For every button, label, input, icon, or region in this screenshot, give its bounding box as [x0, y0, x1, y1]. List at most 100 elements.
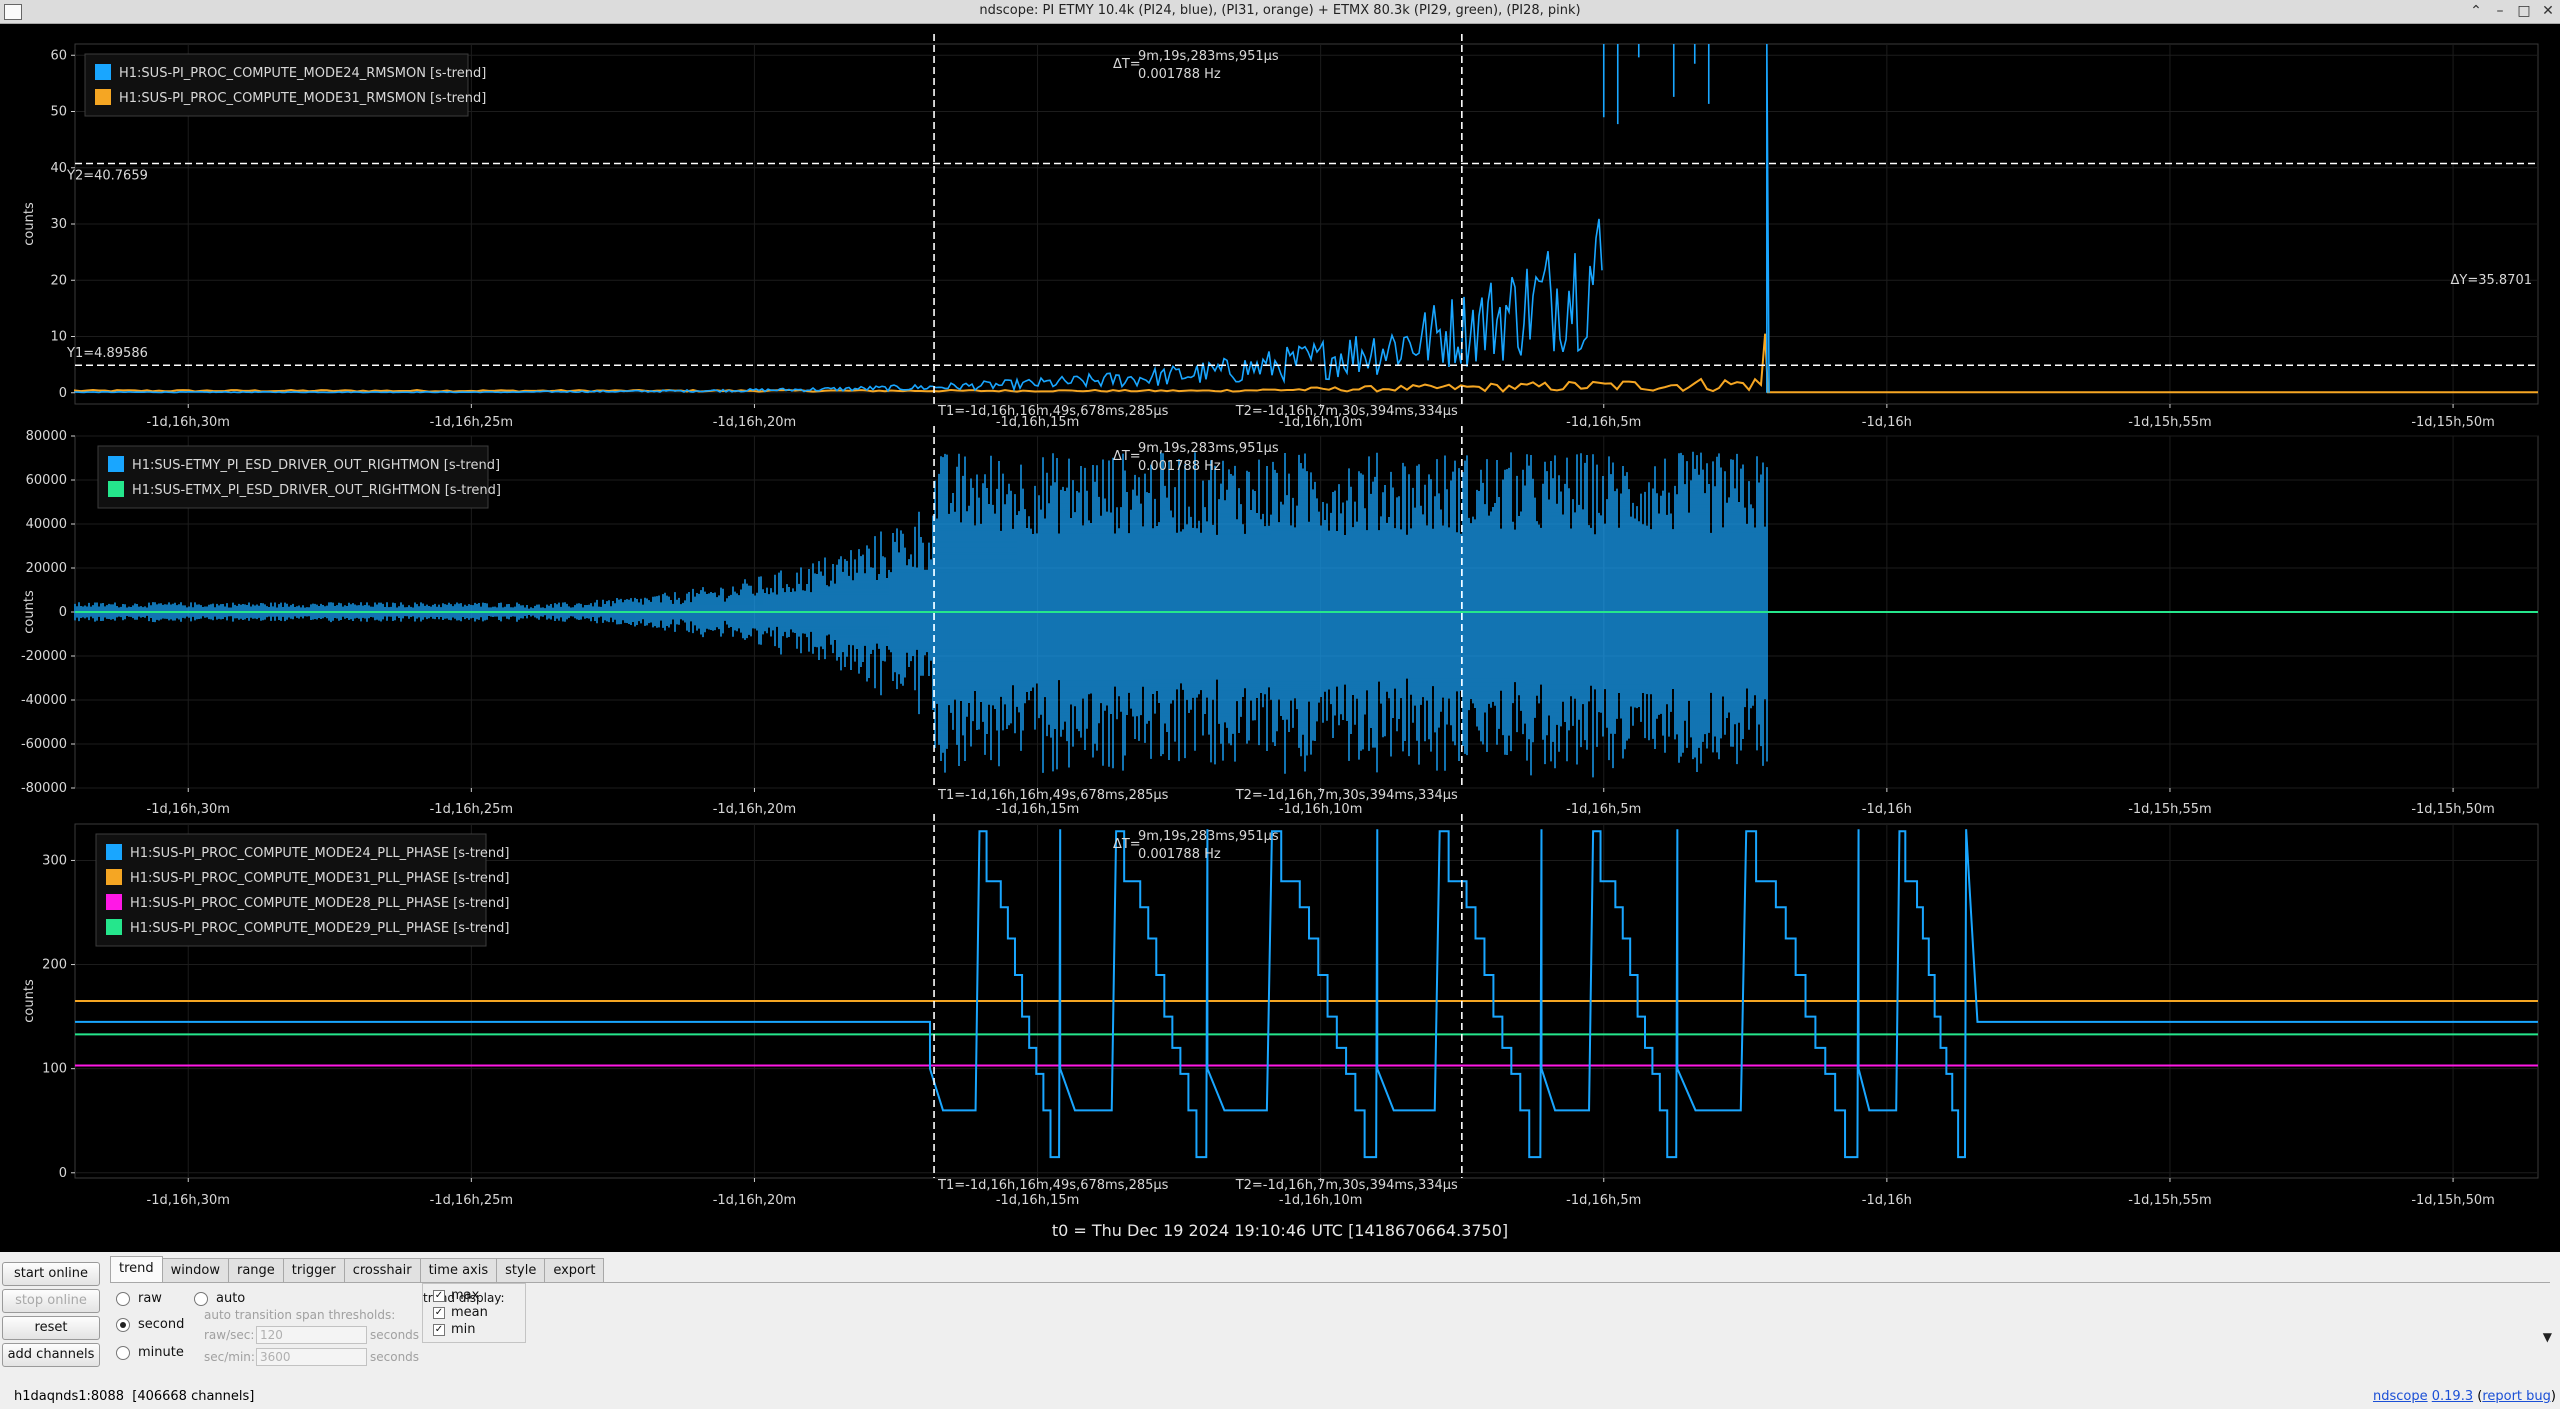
y-tick-label: 10: [50, 330, 67, 345]
y-tick-label: 40000: [26, 517, 67, 532]
t1-label: T1=-1d,16h,16m,49s,678ms,285μs: [937, 1178, 1169, 1193]
checkbox-mean[interactable]: ✓ mean: [433, 1304, 525, 1321]
x-tick-label: -1d,16h,30m: [147, 1193, 230, 1208]
start-online-label: start online: [13, 1266, 89, 1281]
delta-t-value: 9m,19s,283ms,951μs: [1138, 441, 1279, 456]
scope-area[interactable]: 0 10 20 30 40 50 60 -1d,16h,30m -1d,16h,25m -1d,1…: [0, 24, 2560, 1252]
ndscope-link[interactable]: ndscope: [2373, 1389, 2428, 1404]
legend-label: H1:SUS-ETMY_PI_ESD_DRIVER_OUT_RIGHTMON […: [132, 458, 500, 473]
t1-label: T1=-1d,16h,16m,49s,678ms,285μs: [937, 788, 1169, 803]
tab-window[interactable]: window: [161, 1258, 229, 1283]
scope-plots[interactable]: 0 10 20 30 40 50 60 -1d,16h,30m -1d,16h,25m -1d,1…: [0, 24, 2560, 1252]
y-axis-label: counts: [22, 979, 37, 1023]
legend-box: [84, 53, 469, 117]
minimize-button[interactable]: –: [2492, 1, 2508, 21]
y-tick-label: -20000: [21, 649, 67, 664]
reset-button[interactable]: reset: [2, 1316, 100, 1340]
x-tick-label: -1d,16h,25m: [430, 1193, 513, 1208]
x-tick-label: -1d,16h,20m: [713, 415, 796, 430]
x-tick-label: -1d,16h,25m: [430, 415, 513, 430]
radio-raw[interactable]: raw: [116, 1291, 162, 1306]
radio-second[interactable]: second: [116, 1317, 184, 1332]
x-tick-label: -1d,15h,55m: [2128, 1193, 2211, 1208]
reset-label: reset: [34, 1320, 68, 1335]
control-panel: start online stop online reset add chann…: [0, 1254, 2560, 1386]
y-axis-label: counts: [22, 590, 37, 634]
delta-t-frequency: 0.001788 Hz: [1138, 67, 1221, 82]
x-tick-label: -1d,16h,30m: [147, 415, 230, 430]
y-tick-label: 20000: [26, 561, 67, 576]
checkbox-min[interactable]: ✓ min: [433, 1321, 525, 1338]
maximize-button[interactable]: □: [2516, 1, 2532, 21]
checkbox-min-label: min: [451, 1322, 476, 1337]
close-button[interactable]: ✕: [2540, 1, 2556, 21]
t0-label: t0 = Thu Dec 19 2024 19:10:46 UTC [14186…: [1052, 1221, 1508, 1240]
panel-toggle-icon[interactable]: ▼: [2543, 1330, 2552, 1344]
radio-auto-dot: [194, 1291, 208, 1306]
trend-display-group: ✓ max ✓ mean ✓ min: [422, 1283, 526, 1343]
x-tick-label: -1d,16h,5m: [1566, 1193, 1641, 1208]
x-tick-label: -1d,16h,20m: [713, 1193, 796, 1208]
y-tick-label: 0: [59, 605, 67, 620]
y-tick-label: -80000: [21, 781, 67, 796]
radio-auto[interactable]: auto: [194, 1291, 245, 1306]
server-name: h1daqnds1:8088: [14, 1389, 124, 1404]
shade-button[interactable]: ⌃: [2468, 1, 2484, 21]
tab-trend[interactable]: trend: [110, 1256, 163, 1283]
tab-trigger[interactable]: trigger: [282, 1258, 345, 1283]
t1-label: T1=-1d,16h,16m,49s,678ms,285μs: [937, 404, 1169, 419]
version-link[interactable]: 0.19.3: [2432, 1389, 2473, 1404]
raw-sec-label: raw/sec:: [204, 1328, 255, 1342]
radio-minute-dot: [116, 1345, 130, 1360]
legend-label: H1:SUS-PI_PROC_COMPUTE_MODE31_PLL_PHASE …: [130, 871, 509, 886]
report-bug-link[interactable]: report bug: [2482, 1389, 2551, 1404]
y2-cursor-label: Y2=40.7659: [66, 168, 148, 183]
y-tick-label: 80000: [26, 429, 67, 444]
checkbox-mean-box: ✓: [433, 1306, 445, 1319]
tab-crosshair[interactable]: crosshair: [343, 1258, 421, 1283]
x-tick-label: -1d,15h,50m: [2411, 1193, 2494, 1208]
x-tick-label: -1d,16h: [1862, 802, 1912, 817]
raw-sec-input: 120: [256, 1326, 367, 1344]
x-tick-label: -1d,16h,10m: [1279, 802, 1362, 817]
delta-t-symbol: ΔT=: [1113, 57, 1141, 72]
legend-box: [97, 445, 489, 509]
y-tick-label: 60: [50, 48, 67, 63]
y-tick-label: 40: [50, 161, 67, 176]
radio-auto-label: auto: [216, 1291, 246, 1306]
checkbox-mean-label: mean: [451, 1305, 488, 1320]
tab-range[interactable]: range: [227, 1258, 284, 1283]
y-tick-label: 30: [50, 217, 67, 232]
thresholds-label: auto transition span thresholds:: [204, 1308, 396, 1322]
raw-sec-unit: seconds: [370, 1328, 420, 1342]
y-axis-label: counts: [22, 202, 37, 246]
tab-time-axis[interactable]: time axis: [419, 1258, 498, 1283]
checkbox-max[interactable]: ✓ max: [433, 1287, 525, 1304]
y-tick-label: 20: [50, 273, 67, 288]
radio-second-label: second: [138, 1317, 185, 1332]
sec-min-input: 3600: [256, 1348, 367, 1366]
legend-label: H1:SUS-PI_PROC_COMPUTE_MODE24_RMSMON [s-…: [119, 66, 486, 81]
legend-label: H1:SUS-PI_PROC_COMPUTE_MODE31_RMSMON [s-…: [119, 91, 486, 106]
add-channels-label: add channels: [7, 1347, 95, 1362]
legend-label: H1:SUS-PI_PROC_COMPUTE_MODE29_PLL_PHASE …: [130, 921, 509, 936]
x-tick-label: -1d,16h: [1862, 1193, 1912, 1208]
x-tick-label: -1d,16h: [1862, 415, 1912, 430]
tab-style[interactable]: style: [496, 1258, 546, 1283]
y-tick-label: -40000: [21, 693, 67, 708]
sec-min-unit: seconds: [370, 1350, 420, 1364]
tab-export[interactable]: export: [544, 1258, 605, 1283]
y-tick-label: 60000: [26, 473, 67, 488]
start-online-button[interactable]: start online: [2, 1262, 100, 1286]
x-tick-label: -1d,16h,25m: [430, 802, 513, 817]
radio-minute[interactable]: minute: [116, 1345, 184, 1360]
plot-pll: 0 100 200 300 -1d,16h,30m -1d,16h,25m -1d,16h,…: [22, 814, 2539, 1208]
status-bar: h1daqnds1:8088 [406668 channels] ndscope…: [0, 1386, 2560, 1409]
y-tick-label: 0: [59, 1166, 67, 1181]
t2-label: T2=-1d,16h,7m,30s,394ms,334μs: [1235, 788, 1458, 803]
add-channels-button[interactable]: add channels: [2, 1343, 100, 1367]
t2-label: T2=-1d,16h,7m,30s,394ms,334μs: [1235, 1178, 1458, 1193]
legend-swatch-orange: [106, 869, 122, 885]
legend-swatch-green: [106, 919, 122, 935]
server-status: h1daqnds1:8088 [406668 channels]: [14, 1389, 254, 1404]
